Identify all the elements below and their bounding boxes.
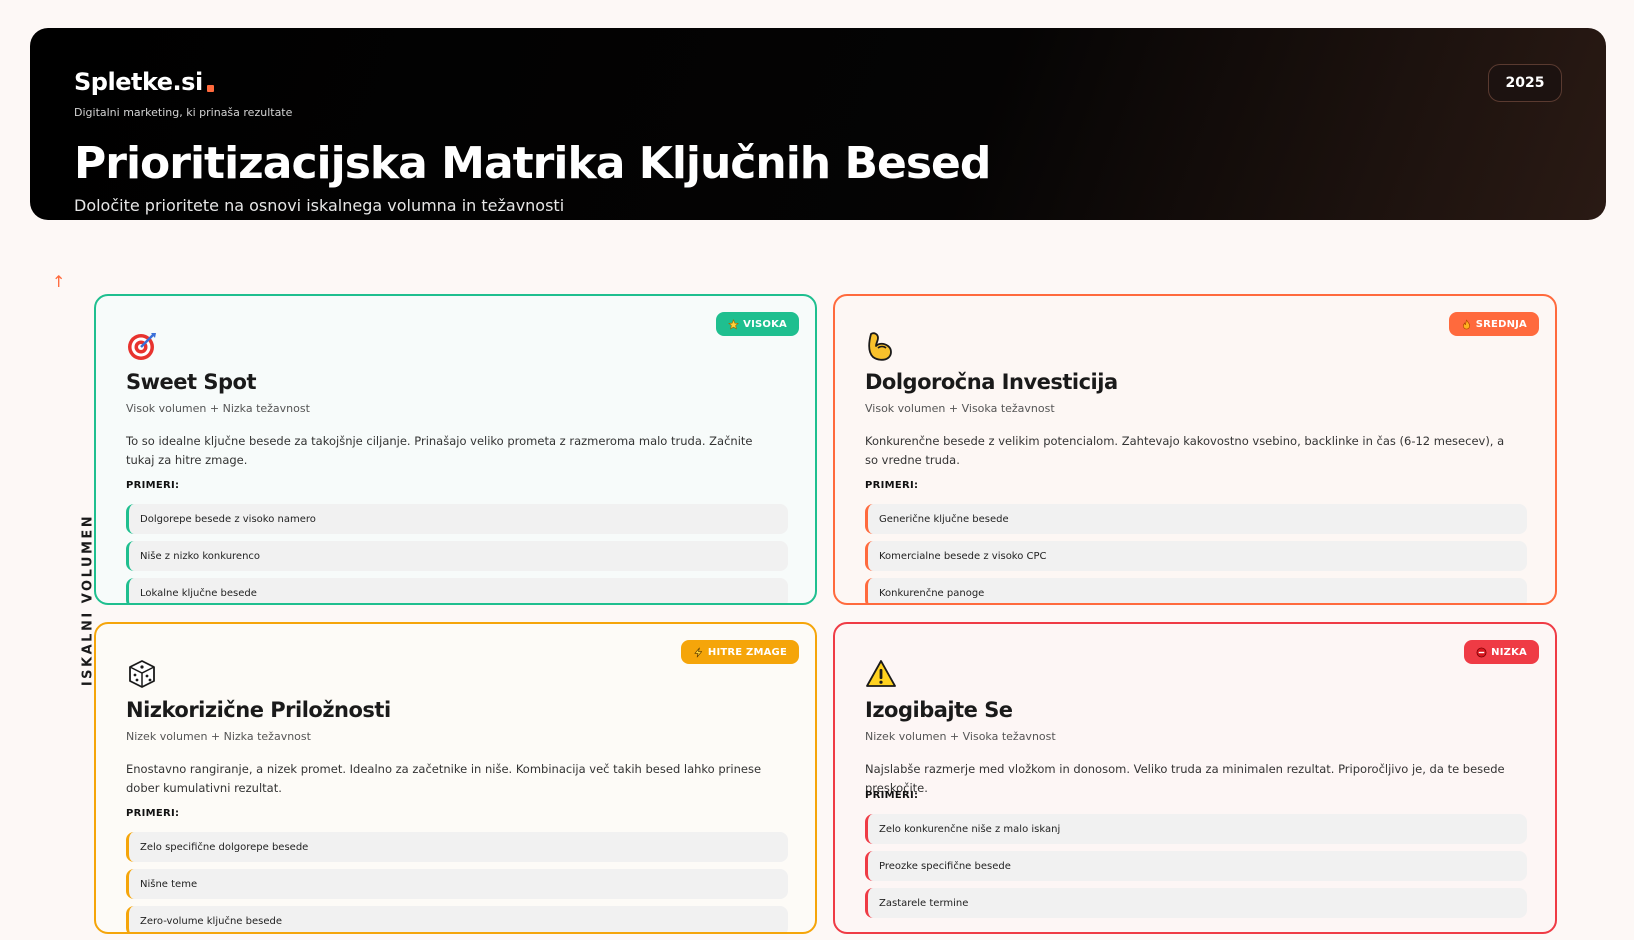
- year-badge: 2025: [1488, 64, 1562, 102]
- example-item: Zelo specifične dolgorepe besede: [126, 832, 788, 862]
- examples-list: Generične ključne besede Komercialne bes…: [865, 504, 1527, 603]
- badge-label: SREDNJA: [1475, 318, 1527, 330]
- examples-list: Zelo specifične dolgorepe besede Nišne t…: [126, 832, 788, 932]
- brand-name: Spletke.si: [74, 68, 203, 96]
- examples-label: PRIMERI:: [865, 790, 919, 801]
- y-axis-label: ISKALNI VOLUMEN: [80, 513, 96, 687]
- example-item: Zelo konkurenčne niše z malo iskanj: [865, 814, 1527, 844]
- example-item: Konkurenčne panoge: [865, 578, 1527, 603]
- example-item: Dolgorepe besede z visoko namero: [126, 504, 788, 534]
- quadrant-long-term-investment: SREDNJA Dolgoročna Investicija Visok vol…: [833, 294, 1557, 605]
- card-subtitle: Nizek volumen + Nizka težavnost: [126, 730, 311, 743]
- example-item: Niše z nizko konkurenco: [126, 541, 788, 571]
- page-subtitle: Določite prioritete na osnovi iskalnega …: [74, 196, 565, 215]
- example-item: Komercialne besede z visoko CPC: [865, 541, 1527, 571]
- card-description: Najslabše razmerje med vložkom in donoso…: [865, 762, 1505, 795]
- card-subtitle: Visok volumen + Visoka težavnost: [865, 402, 1055, 415]
- quadrant-low-risk-opportunities: HITRE ZMAGE Nizkorizične Priložnosti Niz…: [94, 622, 817, 934]
- flexed-bicep-icon: [868, 332, 892, 361]
- card-description: Enostavno rangiranje, a nizek promet. Id…: [126, 762, 762, 795]
- badge-label: NIZKA: [1491, 646, 1527, 658]
- example-item: Zastarele termine: [865, 888, 1527, 918]
- page-title: Prioritizacijska Matrika Ključnih Besed: [74, 138, 991, 189]
- badge-label: HITRE ZMAGE: [707, 646, 787, 658]
- card-title: Nizkorizične Priložnosti: [126, 698, 391, 722]
- card-description: To so idealne ključne besede za takojšnj…: [126, 434, 753, 467]
- hero-header: Spletke.si Digitalni marketing, ki prina…: [30, 28, 1606, 220]
- fire-icon: [1462, 319, 1470, 329]
- priority-badge: SREDNJA: [1448, 312, 1539, 336]
- example-item: Zero-volume ključne besede: [126, 906, 788, 932]
- example-item: Lokalne ključne besede: [126, 578, 788, 603]
- no-entry-icon: [1476, 647, 1487, 657]
- card-subtitle: Visok volumen + Nizka težavnost: [126, 402, 310, 415]
- examples-list: Dolgorepe besede z visoko namero Niše z …: [126, 504, 788, 603]
- dice-icon: [129, 660, 155, 688]
- card-subtitle: Nizek volumen + Visoka težavnost: [865, 730, 1056, 743]
- example-item: Nišne teme: [126, 869, 788, 899]
- lightning-icon: [694, 647, 702, 657]
- brand-logo[interactable]: Spletke.si: [74, 68, 214, 96]
- examples-label: PRIMERI:: [865, 480, 919, 491]
- examples-label: PRIMERI:: [126, 808, 180, 819]
- warning-icon: [866, 660, 896, 687]
- quadrant-sweet-spot: VISOKA Sweet Spot Visok volumen + Nizka …: [94, 294, 817, 605]
- quadrant-avoid: NIZKA Izogibajte Se Nizek volumen + Viso…: [833, 622, 1557, 934]
- example-item: Preozke specifične besede: [865, 851, 1527, 881]
- card-title: Izogibajte Se: [865, 698, 1013, 722]
- arrow-up-icon: ↑: [52, 272, 66, 291]
- brand-tagline: Digitalni marketing, ki prinaša rezultat…: [74, 106, 293, 119]
- examples-label: PRIMERI:: [126, 480, 180, 491]
- priority-badge: NIZKA: [1464, 640, 1539, 664]
- card-title: Dolgoročna Investicija: [865, 370, 1118, 394]
- priority-badge: HITRE ZMAGE: [680, 640, 799, 664]
- star-icon: [728, 318, 740, 330]
- example-item: Generične ključne besede: [865, 504, 1527, 534]
- badge-label: VISOKA: [743, 318, 787, 330]
- card-description: Konkurenčne besede z velikim potencialom…: [865, 434, 1505, 467]
- brand-dot-icon: [206, 85, 214, 92]
- target-icon: [128, 333, 156, 360]
- examples-list: Zelo konkurenčne niše z malo iskanj Preo…: [865, 814, 1527, 925]
- card-title: Sweet Spot: [126, 370, 256, 394]
- priority-badge: VISOKA: [716, 312, 799, 336]
